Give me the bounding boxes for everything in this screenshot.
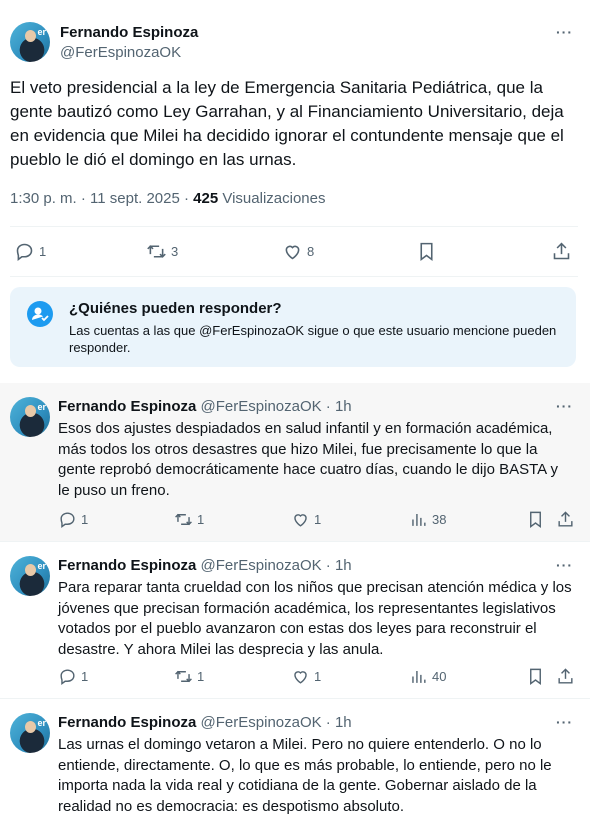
like-count: 1 (314, 512, 322, 527)
reply-header: Fernando Espinoza @FerEspinozaOK · 1h (58, 398, 352, 415)
like-button[interactable]: 1 (291, 667, 321, 686)
retweet-icon (147, 245, 166, 258)
avatar[interactable]: er (10, 397, 50, 437)
user-check-icon (27, 301, 53, 327)
bookmark-button[interactable] (526, 667, 545, 686)
main-action-bar: 1 3 8 (0, 238, 590, 266)
like-button[interactable]: 8 (282, 241, 314, 262)
divider (10, 276, 578, 277)
retweet-button[interactable]: 1 (174, 510, 204, 529)
reply-action-bar: 1 1 1 40 (0, 667, 590, 689)
bookmark-icon (420, 242, 433, 261)
share-button[interactable] (551, 241, 572, 262)
tweet-timestamp[interactable]: 1:30 p. m. · 11 sept. 2025 · (10, 190, 193, 207)
views-count: 40 (432, 669, 447, 684)
reply-icon (16, 243, 33, 261)
avatar-text: er (37, 402, 46, 412)
more-options-icon[interactable]: ··· (556, 557, 573, 573)
share-icon (558, 668, 573, 684)
divider (10, 226, 578, 227)
bookmark-button[interactable] (416, 241, 437, 262)
bookmark-button[interactable] (526, 510, 545, 529)
retweet-count: 1 (197, 669, 205, 684)
views-button[interactable]: 38 (409, 510, 446, 529)
views-count: 38 (432, 512, 447, 527)
avatar-head (25, 405, 36, 417)
heart-icon (285, 245, 300, 260)
more-options-icon[interactable]: ··· (556, 398, 573, 414)
reply-restriction-title: ¿Quiénes pueden responder? (69, 300, 282, 317)
retweet-icon (175, 513, 192, 526)
tweet-meta: 1:30 p. m. · 11 sept. 2025 · 425 Visuali… (10, 190, 326, 207)
views-count: 425 (193, 190, 219, 207)
share-icon (553, 242, 570, 260)
reply-button[interactable]: 1 (58, 667, 88, 686)
share-icon (558, 511, 573, 527)
author-name[interactable]: Fernando Espinoza (58, 714, 196, 731)
reply-restriction-text: Las cuentas a las que @FerEspinozaOK sig… (69, 323, 557, 355)
reply-restriction-box: ¿Quiénes pueden responder? Las cuentas a… (10, 287, 576, 367)
author-name[interactable]: Fernando Espinoza (58, 398, 196, 415)
retweet-button[interactable]: 3 (146, 241, 178, 262)
share-button[interactable] (556, 667, 575, 686)
tweet-text: El veto presidencial a la ley de Emergen… (10, 78, 564, 169)
reply-tweet[interactable]: er Fernando Espinoza @FerEspinozaOK · 1h… (0, 542, 590, 699)
analytics-icon (412, 513, 426, 526)
avatar[interactable]: er (10, 713, 50, 753)
reply-count: 1 (39, 244, 47, 259)
avatar-text: er (37, 27, 46, 37)
reply-button[interactable]: 1 (58, 510, 88, 529)
author-handle-time[interactable]: @FerEspinozaOK · 1h (201, 398, 352, 415)
retweet-icon (175, 670, 192, 683)
like-button[interactable]: 1 (291, 510, 321, 529)
reply-button[interactable]: 1 (14, 241, 46, 262)
retweet-count: 1 (197, 512, 205, 527)
like-count: 1 (314, 669, 322, 684)
reply-action-bar: 1 1 1 38 (0, 510, 590, 532)
heart-icon (294, 671, 307, 684)
more-options-icon[interactable]: ··· (556, 24, 573, 40)
author-name[interactable]: Fernando Espinoza (58, 557, 196, 574)
share-button[interactable] (556, 510, 575, 529)
reply-count: 1 (81, 512, 89, 527)
reply-tweet[interactable]: er Fernando Espinoza @FerEspinozaOK · 1h… (0, 699, 590, 818)
reply-text: Las urnas el domingo vetaron a Milei. Pe… (58, 736, 552, 815)
bookmark-icon (530, 511, 541, 529)
avatar-head (25, 564, 36, 576)
avatar-text: er (37, 561, 46, 571)
reply-text: Esos dos ajustes despiadados en salud in… (58, 420, 559, 499)
avatar-head (25, 30, 36, 42)
reply-icon (60, 669, 75, 686)
analytics-icon (412, 670, 426, 683)
avatar[interactable]: er (10, 556, 50, 596)
retweet-count: 3 (171, 244, 179, 259)
reply-header: Fernando Espinoza @FerEspinozaOK · 1h (58, 714, 352, 731)
author-handle[interactable]: @FerEspinozaOK (60, 44, 181, 61)
more-options-icon[interactable]: ··· (556, 714, 573, 730)
avatar-head (25, 721, 36, 733)
views-button[interactable]: 40 (409, 667, 446, 686)
avatar-text: er (37, 718, 46, 728)
author-name[interactable]: Fernando Espinoza (60, 24, 198, 41)
avatar[interactable]: er (10, 22, 50, 62)
retweet-button[interactable]: 1 (174, 667, 204, 686)
main-tweet-header: er Fernando Espinoza @FerEspinozaOK ··· (10, 22, 580, 64)
bookmark-icon (530, 668, 541, 686)
reply-count: 1 (81, 669, 89, 684)
heart-icon (294, 514, 307, 527)
like-count: 8 (307, 244, 315, 259)
author-handle-time[interactable]: @FerEspinozaOK · 1h (201, 557, 352, 574)
reply-icon (60, 512, 75, 529)
reply-header: Fernando Espinoza @FerEspinozaOK · 1h (58, 557, 352, 574)
author-handle-time[interactable]: @FerEspinozaOK · 1h (201, 714, 352, 731)
reply-text: Para reparar tanta crueldad con los niño… (58, 579, 572, 658)
reply-tweet[interactable]: er Fernando Espinoza @FerEspinozaOK · 1h… (0, 383, 590, 542)
views-label: Visualizaciones (218, 190, 326, 207)
